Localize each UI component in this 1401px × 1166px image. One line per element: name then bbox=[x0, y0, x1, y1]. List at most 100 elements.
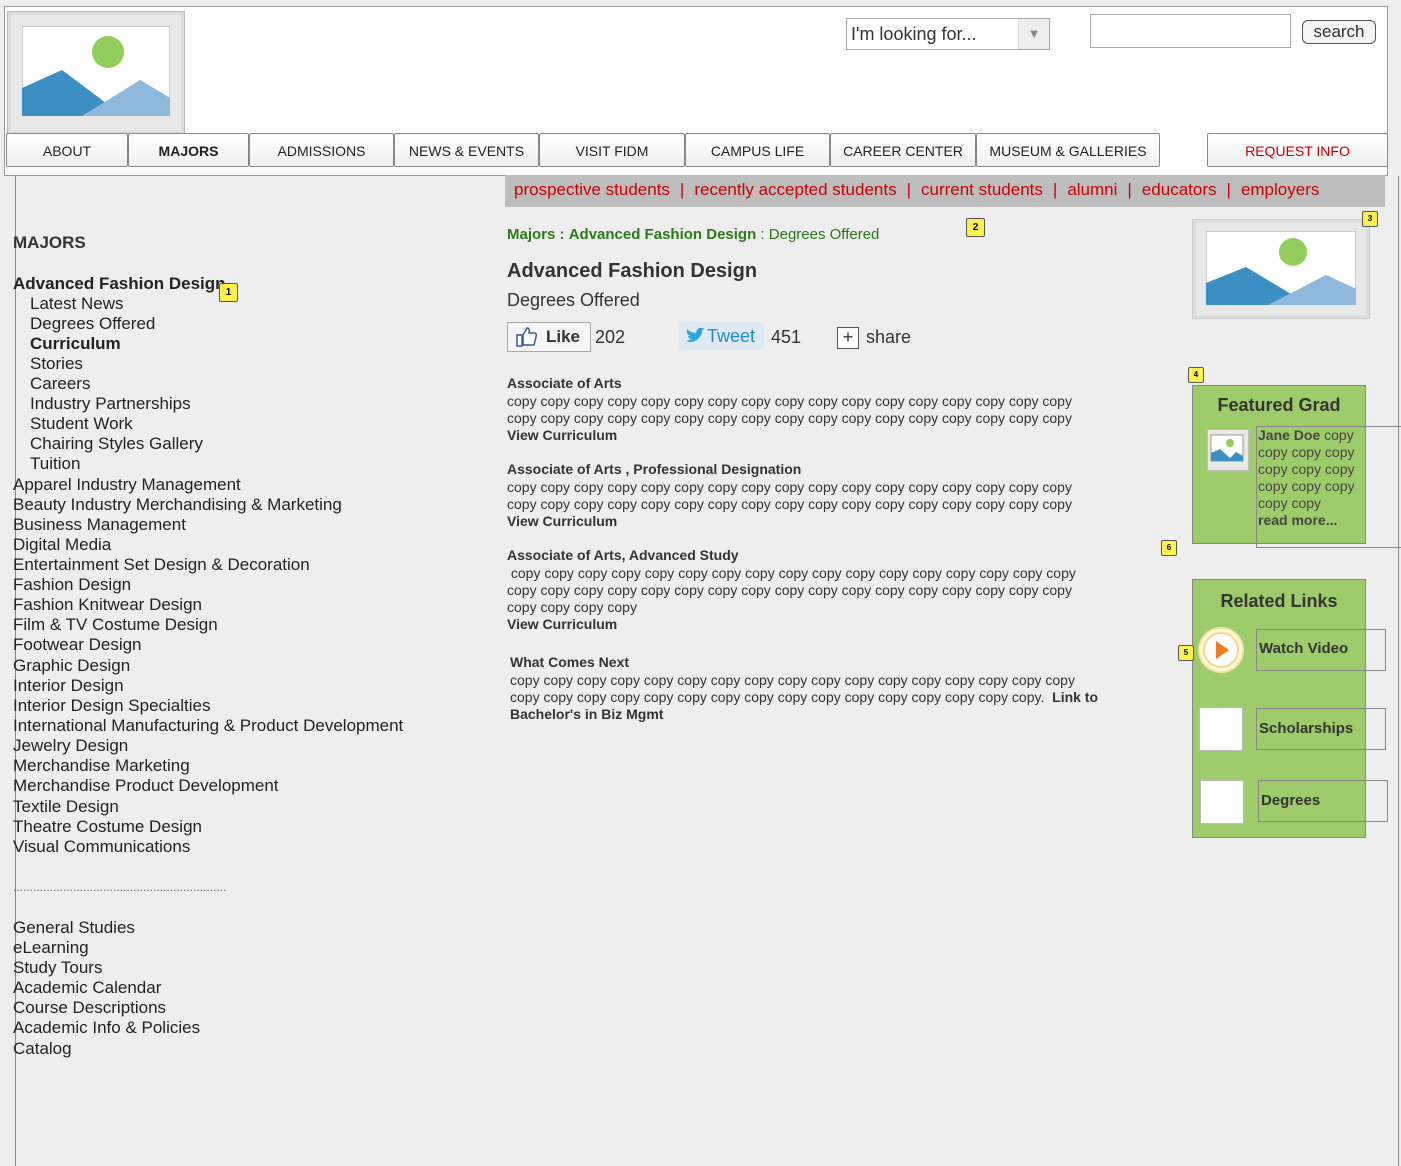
looking-for-value: I'm looking for... bbox=[851, 24, 977, 44]
degree-title: Associate of Arts bbox=[507, 375, 622, 391]
sidebar-major-link[interactable]: Business Management bbox=[13, 515, 186, 535]
sidebar-subitem[interactable]: Chairing Styles Gallery bbox=[30, 434, 203, 454]
breadcrumb-link-major[interactable]: Advanced Fashion Design bbox=[569, 226, 757, 243]
sidebar-other-link[interactable]: eLearning bbox=[13, 938, 89, 958]
search-input[interactable] bbox=[1090, 14, 1291, 48]
audience-separator: | bbox=[1226, 180, 1231, 199]
audience-link-educators[interactable]: educators bbox=[1142, 180, 1217, 199]
sidebar-major-link[interactable]: Fashion Knitwear Design bbox=[13, 595, 202, 615]
copy-line: copy copy copy bbox=[1258, 478, 1355, 494]
degree-title: Associate of Arts, Advanced Study bbox=[507, 547, 739, 563]
sidebar-major-link[interactable]: Footwear Design bbox=[13, 635, 142, 655]
logo-image-placeholder[interactable] bbox=[7, 11, 185, 135]
audience-link-employers[interactable]: employers bbox=[1241, 180, 1319, 199]
scholarships-icon bbox=[1199, 707, 1243, 751]
image-placeholder-icon bbox=[1206, 231, 1356, 305]
sidebar-major-link[interactable]: Theatre Costume Design bbox=[13, 817, 202, 837]
audience-separator: | bbox=[906, 180, 911, 199]
copy-line: copy copy copy copy copy copy copy copy … bbox=[510, 672, 1075, 688]
sidebar-subitem[interactable]: Student Work bbox=[30, 414, 133, 434]
share-plus-icon[interactable]: + bbox=[837, 327, 859, 349]
breadcrumb-link-majors[interactable]: Majors bbox=[507, 226, 555, 243]
nav-admissions[interactable]: ADMISSIONS bbox=[249, 133, 394, 167]
sidebar-other-link[interactable]: General Studies bbox=[13, 918, 135, 938]
featured-grad-title: Featured Grad bbox=[1217, 395, 1341, 415]
sidebar-subitem[interactable]: Latest News bbox=[30, 294, 124, 314]
sidebar-major-link[interactable]: Film & TV Costume Design bbox=[13, 615, 218, 635]
audience-bar: prospective students | recently accepted s… bbox=[505, 175, 1385, 207]
tweet-count: 451 bbox=[771, 327, 802, 347]
view-curriculum-link[interactable]: View Curriculum bbox=[507, 427, 1167, 444]
tweet-button[interactable]: Tweet bbox=[679, 322, 764, 350]
play-video-icon[interactable] bbox=[1198, 627, 1244, 673]
sidebar-major-link[interactable]: Fashion Design bbox=[13, 575, 131, 595]
page-subtitle: Degrees Offered bbox=[507, 290, 640, 310]
annotation-badge: 2 bbox=[966, 218, 985, 237]
related-link-degrees[interactable]: Degrees bbox=[1258, 780, 1388, 822]
sidebar-other-link[interactable]: Academic Calendar bbox=[13, 978, 161, 998]
sidebar-major-link[interactable]: International Manufacturing & Product De… bbox=[13, 716, 403, 736]
sidebar-major-link[interactable]: Digital Media bbox=[13, 535, 111, 555]
audience-link-current[interactable]: current students bbox=[921, 180, 1043, 199]
nav-about[interactable]: ABOUT bbox=[6, 133, 128, 167]
sidebar-major-link[interactable]: Graphic Design bbox=[13, 656, 130, 676]
sidebar-other-link[interactable]: Academic Info & Policies bbox=[13, 1018, 200, 1038]
degree-description: copy copy copy copy copy copy copy copy … bbox=[507, 565, 1167, 633]
sidebar-major-link[interactable]: Entertainment Set Design & Decoration bbox=[13, 555, 310, 575]
copy-line: copy copy copy copy bbox=[507, 599, 637, 615]
sidebar-major-link[interactable]: Interior Design bbox=[13, 676, 124, 696]
nav-visit-fidm[interactable]: VISIT FIDM bbox=[539, 133, 685, 167]
sidebar-major-link[interactable]: Merchandise Product Development bbox=[13, 776, 279, 796]
sidebar-major-link[interactable]: Textile Design bbox=[13, 797, 119, 817]
sidebar-other-link[interactable]: Course Descriptions bbox=[13, 998, 166, 1018]
sidebar-major-link[interactable]: Visual Communications bbox=[13, 837, 190, 857]
sidebar-subitem[interactable]: Stories bbox=[30, 354, 83, 374]
bachelors-link[interactable]: Bachelor's in Biz Mgmt bbox=[510, 706, 1170, 723]
view-curriculum-link[interactable]: View Curriculum bbox=[507, 513, 1167, 530]
sidebar-major-link[interactable]: Apparel Industry Management bbox=[13, 475, 241, 495]
sidebar-subitem-active[interactable]: Curriculum bbox=[30, 334, 121, 354]
what-comes-next-description: copy copy copy copy copy copy copy copy … bbox=[510, 672, 1170, 723]
degree-title: Associate of Arts , Professional Designa… bbox=[507, 461, 802, 477]
nav-news-events[interactable]: NEWS & EVENTS bbox=[394, 133, 539, 167]
audience-link-alumni[interactable]: alumni bbox=[1067, 180, 1117, 199]
sidebar-subitem[interactable]: Careers bbox=[30, 374, 90, 394]
search-button[interactable]: search bbox=[1302, 20, 1376, 44]
sidebar-other-link[interactable]: Catalog bbox=[13, 1039, 72, 1059]
side-image-placeholder bbox=[1192, 219, 1370, 319]
grad-name: Jane Doe bbox=[1258, 427, 1321, 443]
copy-line: copy copy copy copy copy copy copy copy … bbox=[507, 479, 1072, 495]
share-link[interactable]: share bbox=[866, 327, 911, 348]
sidebar-major-link[interactable]: Interior Design Specialties bbox=[13, 696, 210, 716]
related-link-watch-video[interactable]: Watch Video bbox=[1256, 629, 1386, 671]
audience-link-recently-accepted[interactable]: recently accepted students bbox=[694, 180, 896, 199]
nav-career-center[interactable]: CAREER CENTER bbox=[830, 133, 976, 167]
copy-line: copy copy copy copy copy copy copy copy … bbox=[510, 689, 1045, 705]
what-comes-next-title: What Comes Next bbox=[510, 654, 630, 670]
breadcrumb: Majors : Advanced Fashion Design : Degre… bbox=[507, 226, 879, 243]
dropdown-arrow-icon: ▼ bbox=[1018, 19, 1049, 49]
sidebar-subitem[interactable]: Industry Partnerships bbox=[30, 394, 191, 414]
sidebar-subitem[interactable]: Degrees Offered bbox=[30, 314, 155, 334]
view-curriculum-link[interactable]: View Curriculum bbox=[507, 616, 1167, 633]
bachelors-link[interactable]: Link to bbox=[1052, 689, 1098, 705]
related-link-scholarships[interactable]: Scholarships bbox=[1256, 708, 1386, 750]
sidebar-other-link[interactable]: Study Tours bbox=[13, 958, 102, 978]
sidebar-major-link[interactable]: Jewelry Design bbox=[13, 736, 128, 756]
sidebar-subitem[interactable]: Tuition bbox=[30, 454, 80, 474]
request-info-button[interactable]: REQUEST INFO bbox=[1207, 133, 1388, 167]
twitter-bird-icon bbox=[686, 328, 705, 342]
nav-majors[interactable]: MAJORS bbox=[128, 133, 249, 167]
sidebar-major-link[interactable]: Merchandise Marketing bbox=[13, 756, 190, 776]
looking-for-select[interactable]: I'm looking for... ▼ bbox=[846, 18, 1050, 50]
image-placeholder-icon bbox=[22, 26, 170, 116]
sidebar-current-major[interactable]: Advanced Fashion Design bbox=[13, 274, 226, 294]
audience-link-prospective[interactable]: prospective students bbox=[514, 180, 670, 199]
copy-line: copy copy copy bbox=[1258, 444, 1355, 460]
copy-line: copy copy copy copy copy copy copy copy … bbox=[507, 393, 1072, 409]
nav-campus-life[interactable]: CAMPUS LIFE bbox=[685, 133, 830, 167]
read-more-link[interactable]: read more... bbox=[1258, 512, 1401, 529]
sidebar-major-link[interactable]: Beauty Industry Merchandising & Marketin… bbox=[13, 495, 342, 515]
facebook-like-button[interactable]: Like bbox=[507, 322, 591, 352]
nav-museum-galleries[interactable]: MUSEUM & GALLERIES bbox=[976, 133, 1160, 167]
